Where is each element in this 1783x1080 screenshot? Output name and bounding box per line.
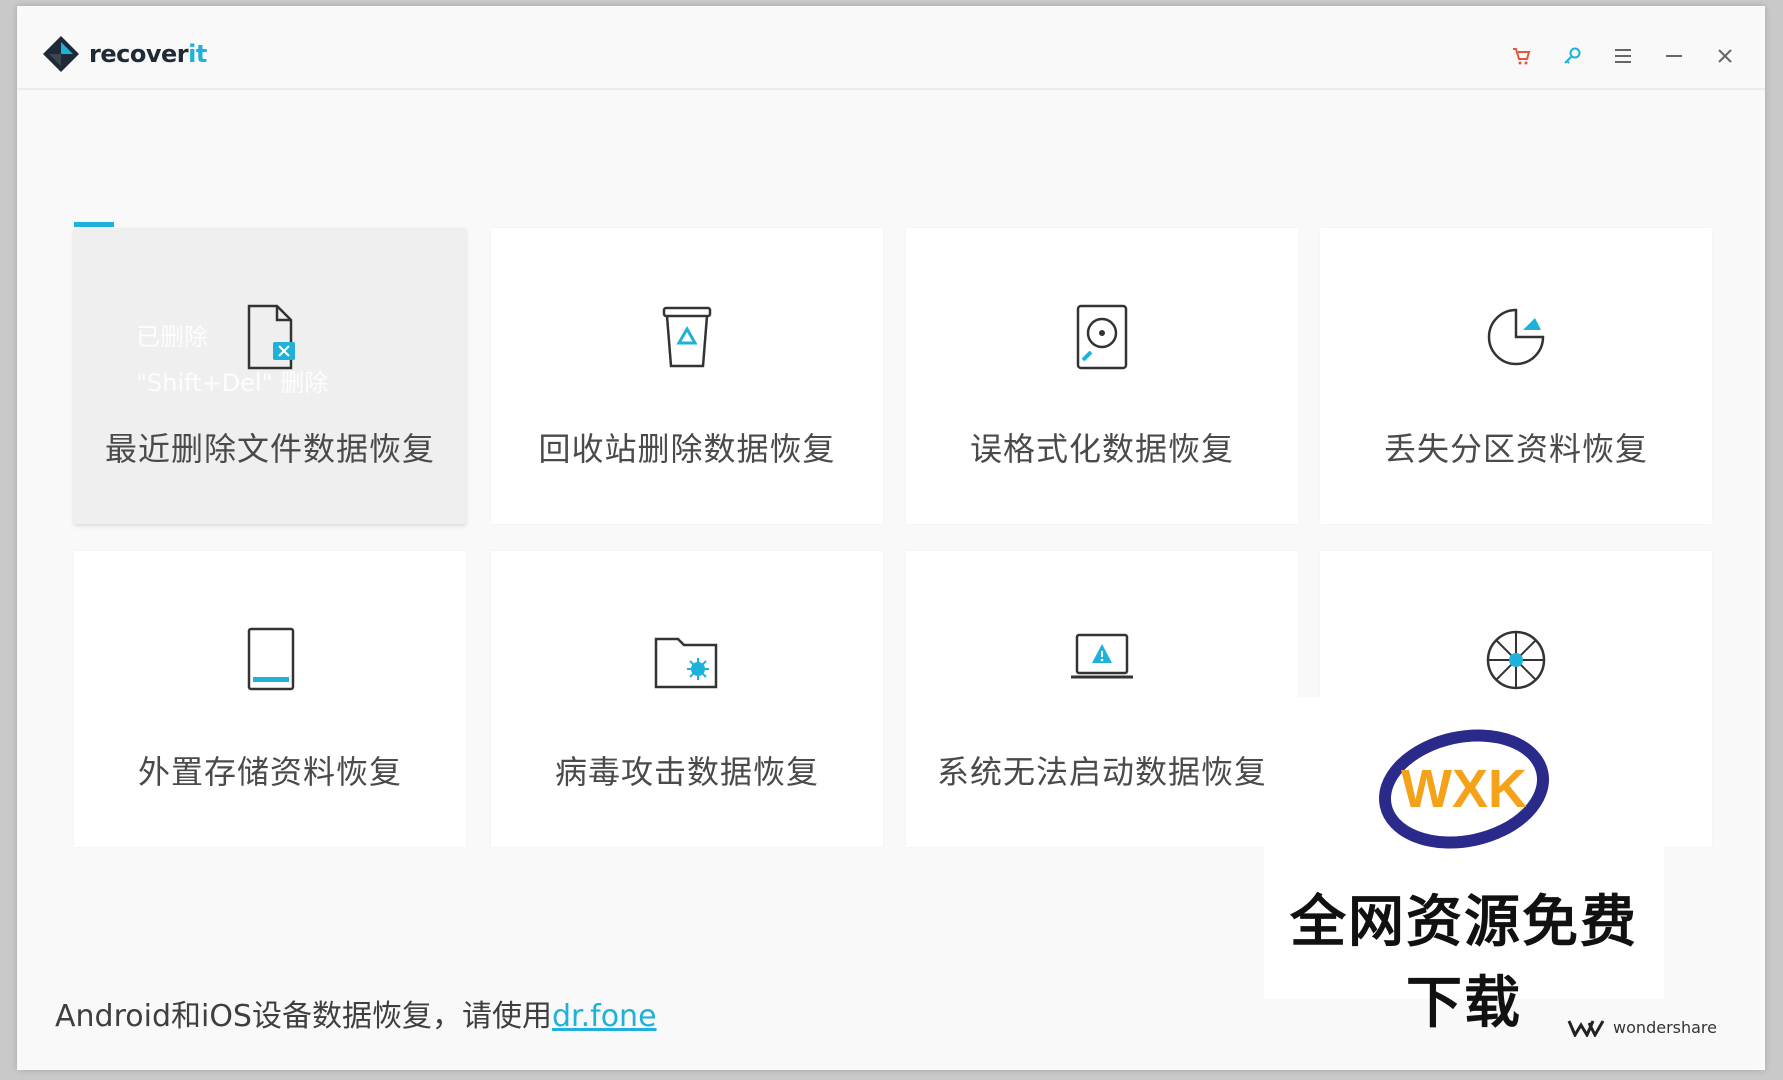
tile-recycle-bin[interactable]: 回收站删除数据恢复 <box>491 228 883 524</box>
close-icon <box>1718 49 1732 63</box>
footer-text: Android和iOS设备数据恢复，请使用 <box>55 999 552 1034</box>
close-button[interactable] <box>1713 44 1737 68</box>
register-key-button[interactable] <box>1560 44 1584 68</box>
minimize-icon <box>1666 55 1682 57</box>
tile-label: 外置存储资料恢复 <box>137 753 402 791</box>
tile-label: 丢失分区资料恢复 <box>1383 430 1648 468</box>
drfone-link[interactable]: dr.fone <box>552 999 657 1034</box>
watermark-caption: 全网资源免费下载 <box>1290 890 1638 1036</box>
external-device-icon <box>247 627 295 691</box>
app-logo: recoverit <box>41 34 207 74</box>
tile-lost-partition[interactable]: 丢失分区资料恢复 <box>1320 228 1712 524</box>
tile-label: 系统无法启动数据恢复 <box>936 753 1267 791</box>
tile-virus-attack[interactable]: 病毒攻击数据恢复 <box>491 551 883 847</box>
tile-recent-deleted[interactable]: 已删除 "Shift+Del" 删除 最近删除文件数据恢复 <box>74 228 466 524</box>
key-icon <box>1564 47 1581 64</box>
app-name: recoverit <box>89 40 207 68</box>
tile-label: 回收站删除数据恢复 <box>538 430 836 468</box>
title-bar: recoverit <box>17 6 1765 90</box>
formatted-disk-icon <box>1076 304 1128 370</box>
tile-formatted[interactable]: 误格式化数据恢复 <box>906 228 1298 524</box>
system-crash-icon <box>1071 633 1133 679</box>
menu-icon <box>1615 49 1631 63</box>
virus-folder-icon <box>654 637 718 689</box>
recycle-bin-icon <box>662 306 712 368</box>
tile-label: 病毒攻击数据恢复 <box>554 753 819 791</box>
wxk-logo-text: WXK <box>1401 759 1527 819</box>
lost-partition-icon <box>1487 308 1545 366</box>
all-around-recovery-icon <box>1486 630 1546 690</box>
menu-button[interactable] <box>1611 44 1635 68</box>
minimize-button[interactable] <box>1662 44 1686 68</box>
window-controls <box>1509 44 1737 68</box>
footer-note: Android和iOS设备数据恢复，请使用dr.fone <box>55 991 657 1035</box>
watermark-overlay: WXK 全网资源免费下载 <box>1264 697 1664 1036</box>
cart-button[interactable] <box>1509 44 1533 68</box>
recoverit-logo-icon <box>43 36 79 72</box>
tile-label: 最近删除文件数据恢复 <box>104 430 435 468</box>
tile-label: 误格式化数据恢复 <box>969 430 1234 468</box>
tile-system-crash[interactable]: 系统无法启动数据恢复 <box>906 551 1298 847</box>
selection-indicator <box>74 222 114 227</box>
cart-icon <box>1513 48 1531 65</box>
tile-external-device[interactable]: 外置存储资料恢复 <box>74 551 466 847</box>
deleted-file-icon <box>247 304 295 370</box>
wxk-logo-icon: WXK <box>1379 729 1549 849</box>
